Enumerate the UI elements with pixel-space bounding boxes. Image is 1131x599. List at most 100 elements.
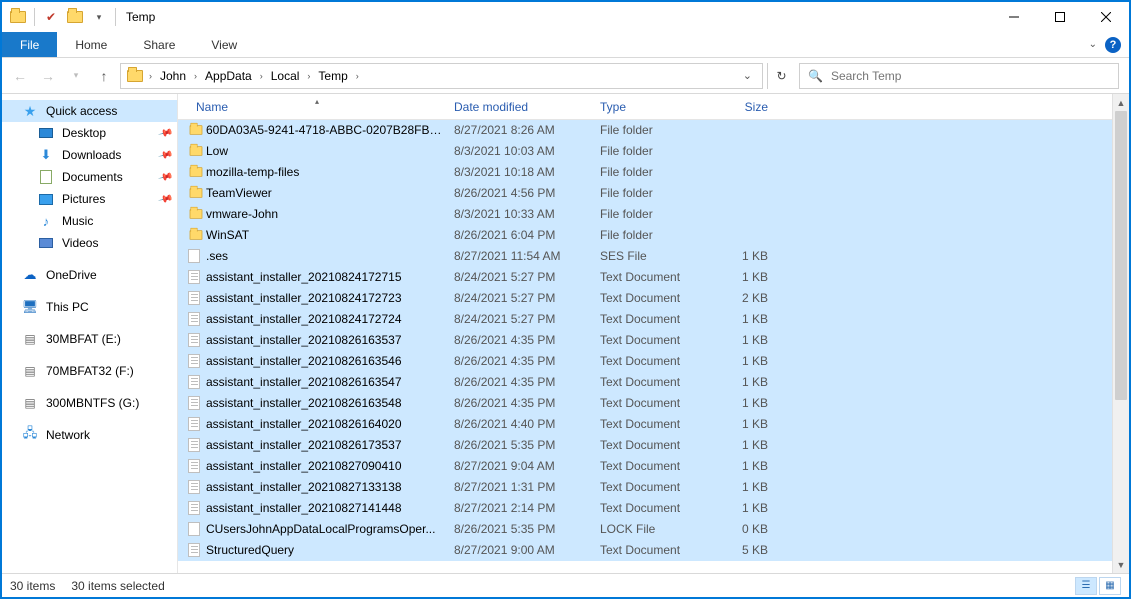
nav-onedrive[interactable]: ☁ OneDrive <box>2 264 177 286</box>
crumb-temp[interactable]: Temp <box>312 64 353 88</box>
file-row[interactable]: 60DA03A5-9241-4718-ABBC-0207B28FBF568/27… <box>178 120 1112 141</box>
crumb-sep-icon[interactable]: › <box>147 71 154 81</box>
expand-ribbon-icon[interactable]: ⌄ <box>1089 39 1097 50</box>
file-row[interactable]: assistant_installer_202108261635378/26/2… <box>178 330 1112 351</box>
up-button[interactable]: ↑ <box>92 64 116 88</box>
file-row[interactable]: Low8/3/2021 10:03 AMFile folder <box>178 141 1112 162</box>
back-button[interactable]: ← <box>8 64 32 88</box>
search-box[interactable]: 🔍 <box>799 63 1119 89</box>
crumb-sep-icon[interactable]: › <box>192 71 199 81</box>
file-row[interactable]: assistant_installer_202108241727158/24/2… <box>178 267 1112 288</box>
crumb-appdata[interactable]: AppData <box>199 64 258 88</box>
nav-videos[interactable]: Videos <box>2 232 177 254</box>
pin-icon: 📌 <box>157 125 173 141</box>
file-date: 8/26/2021 6:04 PM <box>446 228 592 242</box>
crumb-sep-icon[interactable]: › <box>258 71 265 81</box>
file-icon <box>188 522 206 536</box>
nav-quick-access[interactable]: ★ Quick access <box>2 100 177 122</box>
scroll-up-icon[interactable]: ▲ <box>1113 94 1129 111</box>
column-type[interactable]: Type <box>592 100 714 114</box>
share-tab[interactable]: Share <box>125 32 193 57</box>
text-file-icon <box>188 543 206 557</box>
file-date: 8/27/2021 8:26 AM <box>446 123 592 137</box>
sort-asc-icon: ▴ <box>315 97 319 106</box>
refresh-button[interactable]: ↻ <box>767 63 795 89</box>
file-type: Text Document <box>592 312 714 326</box>
close-button[interactable] <box>1083 2 1129 32</box>
crumb-sep-icon[interactable]: › <box>354 71 361 81</box>
forward-button[interactable]: → <box>36 64 60 88</box>
file-row[interactable]: assistant_installer_202108271414488/27/2… <box>178 498 1112 519</box>
file-name: assistant_installer_20210826173537 <box>206 438 446 452</box>
help-icon[interactable]: ? <box>1105 37 1121 53</box>
file-type: File folder <box>592 123 714 137</box>
file-row[interactable]: assistant_installer_202108261640208/26/2… <box>178 414 1112 435</box>
address-bar[interactable]: › John › AppData › Local › Temp › ⌄ <box>120 63 763 89</box>
nav-drive-f[interactable]: ▤ 70MBFAT32 (F:) <box>2 360 177 382</box>
home-tab[interactable]: Home <box>57 32 125 57</box>
column-size[interactable]: Size <box>714 100 776 114</box>
file-row[interactable]: WinSAT8/26/2021 6:04 PMFile folder <box>178 225 1112 246</box>
view-tab[interactable]: View <box>193 32 255 57</box>
scroll-track[interactable] <box>1113 111 1129 556</box>
scroll-down-icon[interactable]: ▼ <box>1113 556 1129 573</box>
details-view-button[interactable]: ☰ <box>1075 577 1097 595</box>
scroll-thumb[interactable] <box>1115 111 1127 400</box>
crumb-john[interactable]: John <box>154 64 192 88</box>
crumb-local[interactable]: Local <box>265 64 306 88</box>
file-row[interactable]: assistant_installer_202108241727238/24/2… <box>178 288 1112 309</box>
file-row[interactable]: mozilla-temp-files8/3/2021 10:18 AMFile … <box>178 162 1112 183</box>
file-row[interactable]: assistant_installer_202108261635468/26/2… <box>178 351 1112 372</box>
qat-newfolder-icon[interactable] <box>65 7 85 27</box>
file-name: vmware-John <box>206 207 446 221</box>
maximize-button[interactable] <box>1037 2 1083 32</box>
file-row[interactable]: assistant_installer_202108261635488/26/2… <box>178 393 1112 414</box>
recent-locations-button[interactable]: ▾ <box>64 64 88 88</box>
nav-label: Documents <box>62 170 123 184</box>
file-row[interactable]: vmware-John8/3/2021 10:33 AMFile folder <box>178 204 1112 225</box>
music-icon: ♪ <box>38 213 54 229</box>
file-row[interactable]: TeamViewer8/26/2021 4:56 PMFile folder <box>178 183 1112 204</box>
file-size: 1 KB <box>714 417 776 431</box>
nav-downloads[interactable]: ⬇ Downloads 📌 <box>2 144 177 166</box>
file-date: 8/3/2021 10:03 AM <box>446 144 592 158</box>
file-row[interactable]: .ses8/27/2021 11:54 AMSES File1 KB <box>178 246 1112 267</box>
qat-dropdown-icon[interactable]: ▾ <box>89 7 109 27</box>
vertical-scrollbar[interactable]: ▲ ▼ <box>1112 94 1129 573</box>
file-date: 8/27/2021 11:54 AM <box>446 249 592 263</box>
nav-documents[interactable]: Documents 📌 <box>2 166 177 188</box>
file-size: 1 KB <box>714 375 776 389</box>
ribbon-tabs: File Home Share View ⌄ ? <box>2 32 1129 58</box>
nav-drive-g[interactable]: ▤ 300MBNTFS (G:) <box>2 392 177 414</box>
file-row[interactable]: assistant_installer_202108271331388/27/2… <box>178 477 1112 498</box>
file-tab[interactable]: File <box>2 32 57 57</box>
file-row[interactable]: assistant_installer_202108270904108/27/2… <box>178 456 1112 477</box>
qat-separator-2 <box>115 8 116 26</box>
crumb-sep-icon[interactable]: › <box>305 71 312 81</box>
file-type: File folder <box>592 186 714 200</box>
address-dropdown-icon[interactable]: ⌄ <box>737 69 758 82</box>
search-input[interactable] <box>829 68 1110 84</box>
column-date[interactable]: Date modified <box>446 100 592 114</box>
file-row[interactable]: StructuredQuery8/27/2021 9:00 AMText Doc… <box>178 540 1112 561</box>
nav-network[interactable]: 🖧 Network <box>2 424 177 446</box>
nav-pictures[interactable]: Pictures 📌 <box>2 188 177 210</box>
file-row[interactable]: assistant_installer_202108261735378/26/2… <box>178 435 1112 456</box>
nav-desktop[interactable]: Desktop 📌 <box>2 122 177 144</box>
nav-this-pc[interactable]: 🖥 This PC <box>2 296 177 318</box>
file-name: assistant_installer_20210827090410 <box>206 459 446 473</box>
file-row[interactable]: CUsersJohnAppDataLocalProgramsOper...8/2… <box>178 519 1112 540</box>
qat-properties-icon[interactable]: ✔ <box>41 7 61 27</box>
nav-music[interactable]: ♪ Music <box>2 210 177 232</box>
large-icons-view-button[interactable]: ▦ <box>1099 577 1121 595</box>
file-size: 1 KB <box>714 396 776 410</box>
minimize-button[interactable] <box>991 2 1037 32</box>
file-name: Low <box>206 144 446 158</box>
column-name[interactable]: ▴ Name <box>188 100 446 114</box>
file-row[interactable]: assistant_installer_202108241727248/24/2… <box>178 309 1112 330</box>
text-file-icon <box>188 291 206 305</box>
file-list[interactable]: 60DA03A5-9241-4718-ABBC-0207B28FBF568/27… <box>178 120 1112 573</box>
file-name: assistant_installer_20210826163548 <box>206 396 446 410</box>
file-row[interactable]: assistant_installer_202108261635478/26/2… <box>178 372 1112 393</box>
nav-drive-e[interactable]: ▤ 30MBFAT (E:) <box>2 328 177 350</box>
